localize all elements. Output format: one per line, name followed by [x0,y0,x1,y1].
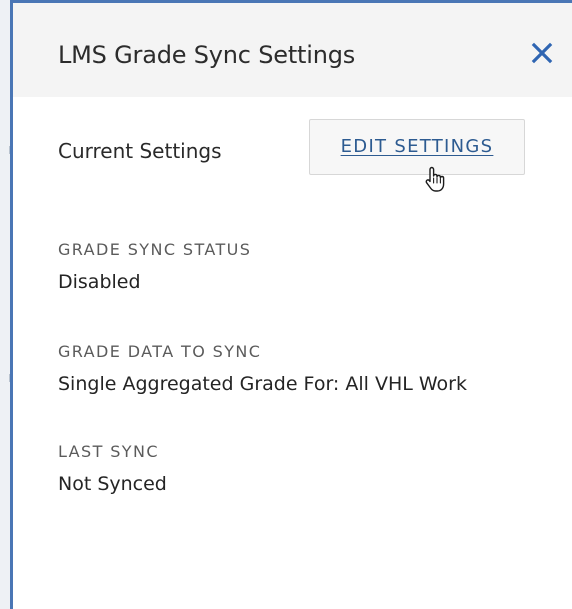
edit-settings-button-label: EDIT SETTINGS [340,136,494,157]
grade-data-to-sync-label: GRADE DATA TO SYNC [58,342,262,361]
close-button[interactable] [526,37,558,69]
grade-data-to-sync-value: Single Aggregated Grade For: All VHL Wor… [58,373,467,395]
last-sync-value: Not Synced [58,473,167,495]
current-settings-label: Current Settings [58,139,222,163]
grade-data-to-sync-field: GRADE DATA TO SYNC Single Aggregated Gra… [58,342,467,396]
modal-title: LMS Grade Sync Settings [58,41,356,69]
edit-settings-button[interactable]: EDIT SETTINGS [309,119,525,175]
grade-sync-status-field: GRADE SYNC STATUS Disabled [58,240,251,294]
modal-header: LMS Grade Sync Settings [13,3,572,97]
hand-pointer-cursor-icon [425,166,445,192]
grade-sync-status-value: Disabled [58,271,141,293]
last-sync-label: LAST SYNC [58,442,159,461]
background-page-edge [0,0,11,609]
grade-sync-status-label: GRADE SYNC STATUS [58,240,252,259]
last-sync-field: LAST SYNC Not Synced [58,442,167,496]
close-icon [531,42,553,64]
grade-sync-settings-modal: LMS Grade Sync Settings Current Settings… [10,0,572,609]
